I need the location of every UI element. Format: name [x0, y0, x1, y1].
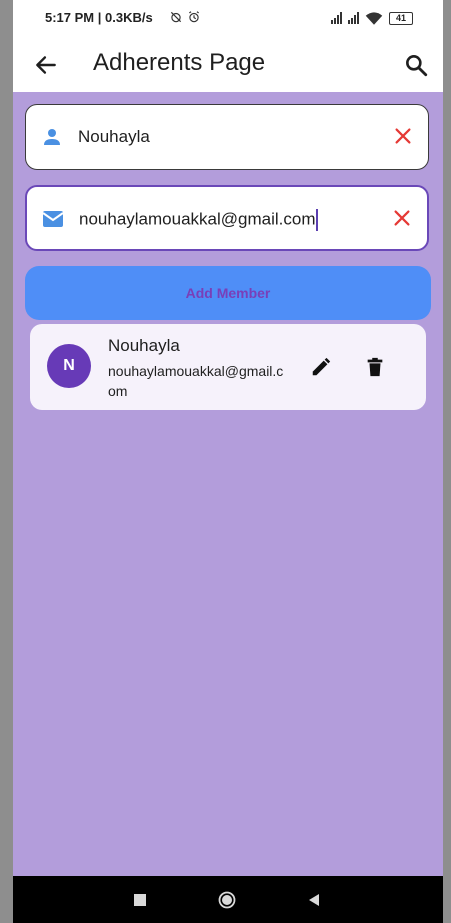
battery-icon: 41: [389, 11, 413, 25]
signal-icon: [331, 12, 342, 24]
text-caret: [316, 209, 319, 231]
wifi-icon: [365, 12, 383, 25]
status-time: 5:17 PM | 0.3KB/s: [45, 10, 153, 25]
edit-icon[interactable]: [310, 356, 332, 378]
clear-email-icon[interactable]: [391, 207, 413, 229]
name-field[interactable]: Nouhayla: [25, 104, 429, 170]
email-input[interactable]: nouhaylamouakkal@gmail.com: [79, 209, 315, 228]
app-bar: Adherents Page: [13, 38, 443, 92]
member-name: Nouhayla: [108, 336, 180, 355]
recent-apps-icon[interactable]: [131, 891, 149, 909]
member-card: N Nouhayla nouhaylamouakkal@gmail.com: [30, 324, 426, 410]
alarm-icon: [189, 11, 199, 23]
avatar: N: [47, 344, 91, 388]
back-nav-icon[interactable]: [305, 891, 323, 909]
signal-icon: [348, 12, 359, 24]
home-icon[interactable]: [218, 891, 236, 909]
search-icon[interactable]: [403, 52, 429, 78]
email-field[interactable]: nouhaylamouakkal@gmail.com: [25, 185, 429, 251]
status-bar: 5:17 PM | 0.3KB/s 41: [13, 0, 443, 38]
name-input[interactable]: Nouhayla: [78, 127, 150, 147]
alarm-off-icon: [170, 11, 182, 23]
person-icon: [44, 129, 60, 145]
member-email: nouhaylamouakkal@gmail.com: [108, 363, 284, 399]
mail-icon: [42, 211, 64, 227]
page-title: Adherents Page: [93, 49, 266, 76]
clear-name-icon[interactable]: [392, 125, 414, 147]
app-frame: 5:17 PM | 0.3KB/s 41 Adherents Page Nouh…: [13, 0, 443, 923]
delete-icon[interactable]: [364, 356, 386, 378]
system-nav-bar: [13, 876, 443, 923]
arrow-left-icon[interactable]: [33, 52, 59, 78]
add-member-button[interactable]: Add Member: [25, 266, 431, 320]
